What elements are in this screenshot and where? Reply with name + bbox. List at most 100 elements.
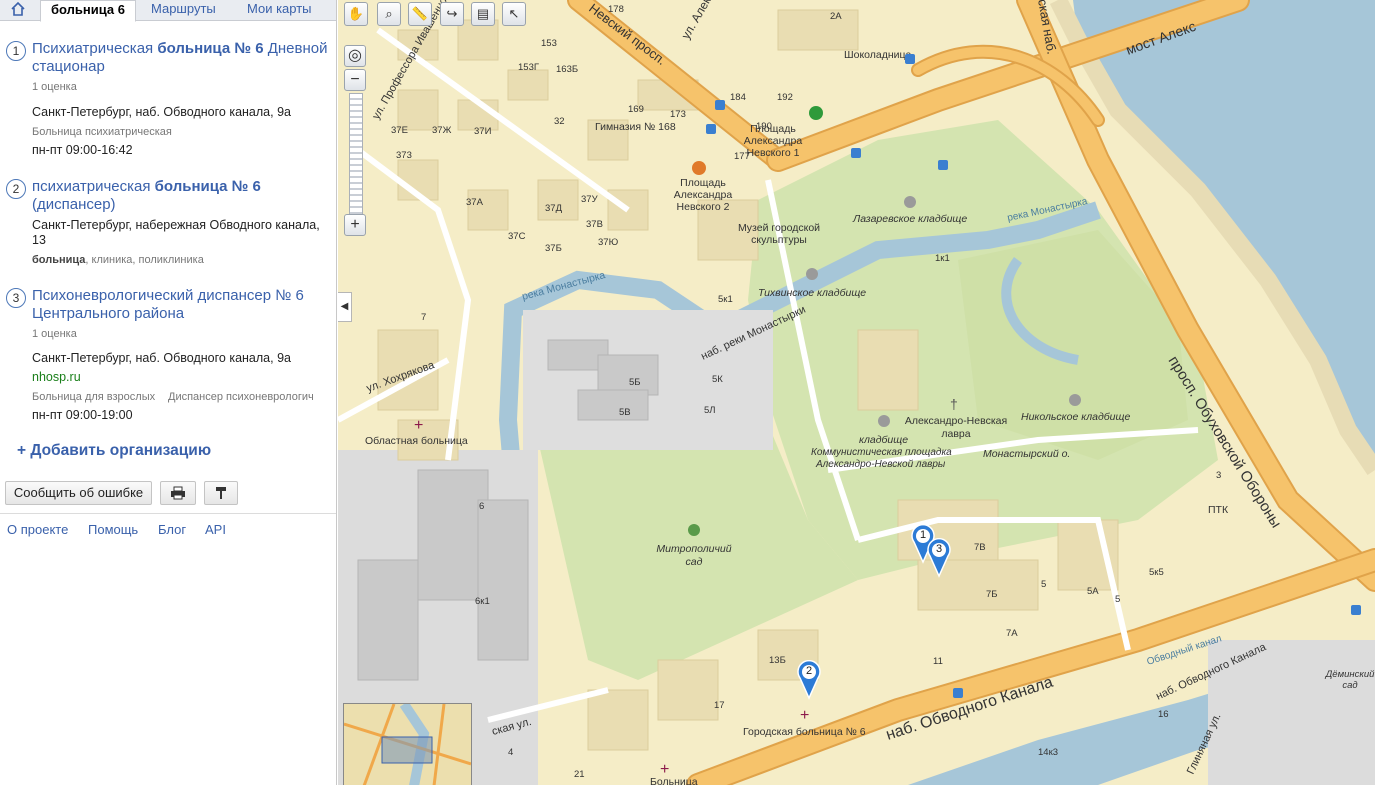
overview-minimap[interactable] xyxy=(343,703,472,785)
add-organization-link[interactable]: + Добавить организацию xyxy=(17,442,211,460)
home-icon[interactable] xyxy=(10,0,30,20)
result-title[interactable]: Психиатрическая больница № 6 Дневной ста… xyxy=(32,40,332,76)
svg-text:37В: 37В xyxy=(586,219,603,230)
label-oblast-hosp: Областная больница xyxy=(365,435,468,447)
marker-number: 2 xyxy=(805,665,813,677)
zoom-out-button[interactable]: − xyxy=(344,69,366,91)
svg-text:4: 4 xyxy=(508,747,513,758)
category: больница, клиника, поликлиника xyxy=(32,254,204,266)
cemetery-icon xyxy=(904,196,916,208)
label-nikolsk: Никольское кладбище xyxy=(1021,411,1130,423)
svg-text:5К: 5К xyxy=(712,374,723,385)
svg-text:1к1: 1к1 xyxy=(935,253,950,264)
svg-text:37А: 37А xyxy=(466,197,484,208)
svg-text:5: 5 xyxy=(1115,594,1120,605)
church-icon: † xyxy=(950,396,958,412)
printer-icon[interactable] xyxy=(160,481,196,505)
label-kladb: кладбище xyxy=(859,434,908,446)
report-error-button[interactable]: Сообщить об ошибке xyxy=(5,481,152,505)
cemetery-icon xyxy=(806,268,818,280)
svg-text:190: 190 xyxy=(756,121,772,132)
label-alexandro-ul: ул. Александ xyxy=(678,0,727,42)
hand-icon[interactable]: ✋ xyxy=(344,2,368,26)
label-communist2: Александро-Невской лавры xyxy=(815,459,946,470)
opening-hours: пн-пт 09:00-19:00 xyxy=(32,408,133,422)
collapse-sidebar-button[interactable]: ◀ xyxy=(338,292,352,322)
svg-text:153: 153 xyxy=(541,38,557,49)
category: Больница психиатрическая xyxy=(32,126,172,138)
park-icon xyxy=(688,524,700,536)
svg-text:лавра: лавра xyxy=(941,428,970,440)
map-canvas[interactable]: + + + † Невский просп. ул. Александ мост… xyxy=(338,0,1375,785)
metro-icon-2 xyxy=(692,161,706,175)
map-marker-2[interactable]: 2 xyxy=(797,660,821,700)
zoom-in-button[interactable]: + xyxy=(344,214,366,236)
cemetery-icon xyxy=(878,415,890,427)
tab-routes[interactable]: Маршруты xyxy=(151,0,216,20)
label-communist1: Коммунистическая площадка xyxy=(811,447,952,458)
search-sidebar: больница 6 Маршруты Мои карты 1 Психиатр… xyxy=(0,0,337,785)
svg-text:11: 11 xyxy=(933,656,943,667)
svg-text:3: 3 xyxy=(1216,470,1221,481)
route-icon[interactable]: ↪ xyxy=(440,2,464,26)
svg-text:2А: 2А xyxy=(830,11,842,22)
svg-text:7Б: 7Б xyxy=(986,589,998,600)
zoom-box-icon[interactable]: ⌕ xyxy=(377,2,401,26)
address: Санкт-Петербург, наб. Обводного канала, … xyxy=(32,105,291,119)
label-hosp6: Городская больница № 6 xyxy=(743,726,866,738)
locate-icon[interactable]: ◎ xyxy=(344,45,366,67)
svg-text:5к1: 5к1 xyxy=(718,294,733,305)
hospital-icon: + xyxy=(414,417,423,434)
pointer-icon[interactable]: ↖ xyxy=(502,2,526,26)
footer-blog-link[interactable]: Блог xyxy=(158,522,186,537)
svg-text:169: 169 xyxy=(628,104,644,115)
svg-text:Александра: Александра xyxy=(674,189,733,201)
footer-help-link[interactable]: Помощь xyxy=(88,522,138,537)
svg-text:373: 373 xyxy=(396,150,412,161)
svg-text:5Л: 5Л xyxy=(704,405,716,416)
label-ptk: ПТК xyxy=(1208,504,1229,516)
svg-text:37Е: 37Е xyxy=(391,125,408,136)
result-title[interactable]: психиатрическая больница № 6 (диспансер) xyxy=(32,178,332,214)
svg-text:5: 5 xyxy=(1041,579,1046,590)
footer-api-link[interactable]: API xyxy=(205,522,226,537)
address: Санкт-Петербург, набережная Обводного ка… xyxy=(32,218,320,247)
label-museum: Музей городской xyxy=(738,222,820,234)
svg-text:17: 17 xyxy=(714,700,725,711)
metro-icon-1 xyxy=(809,106,823,120)
ruler-icon[interactable]: 📏 xyxy=(408,2,432,26)
svg-text:16: 16 xyxy=(1158,709,1169,720)
result-number: 2 xyxy=(6,179,26,199)
svg-text:37Ю: 37Ю xyxy=(598,237,619,248)
svg-text:37И: 37И xyxy=(474,126,492,137)
svg-text:21: 21 xyxy=(574,769,585,780)
marker-number: 3 xyxy=(935,543,943,555)
hospital-icon: + xyxy=(800,707,809,724)
layers-icon[interactable]: ▤ xyxy=(471,2,495,26)
label-deminsk: Дёминский xyxy=(1325,669,1375,680)
svg-text:скульптуры: скульптуры xyxy=(751,234,807,246)
zoom-control: ◎ − + xyxy=(344,45,366,236)
tab-search-results[interactable]: больница 6 xyxy=(40,0,136,22)
website-link[interactable]: nhosp.ru xyxy=(32,370,81,384)
brush-icon[interactable] xyxy=(204,481,238,505)
zoom-slider[interactable] xyxy=(349,93,363,215)
svg-text:7А: 7А xyxy=(1006,628,1018,639)
svg-text:37Б: 37Б xyxy=(545,243,562,254)
svg-text:13Б: 13Б xyxy=(769,655,786,666)
label-lazarev: Лазаревское кладбище xyxy=(852,213,967,225)
cemetery-icon xyxy=(1069,394,1081,406)
category-secondary: Диспансер психоневрологич xyxy=(168,391,314,403)
result-title[interactable]: Психоневрологический диспансер № 6 Центр… xyxy=(32,287,332,323)
svg-text:7В: 7В xyxy=(974,542,986,553)
svg-text:сад: сад xyxy=(686,556,703,568)
map-marker-3[interactable]: 3 xyxy=(927,538,951,578)
tab-bar: больница 6 Маршруты Мои карты xyxy=(0,0,336,22)
svg-text:37Ж: 37Ж xyxy=(432,125,452,136)
tab-my-maps[interactable]: Мои карты xyxy=(247,0,312,20)
footer-about-link[interactable]: О проекте xyxy=(7,522,68,537)
divider xyxy=(0,513,336,514)
label-hospital: Больница xyxy=(650,776,698,785)
svg-text:32: 32 xyxy=(554,116,565,127)
svg-text:5В: 5В xyxy=(619,407,631,418)
